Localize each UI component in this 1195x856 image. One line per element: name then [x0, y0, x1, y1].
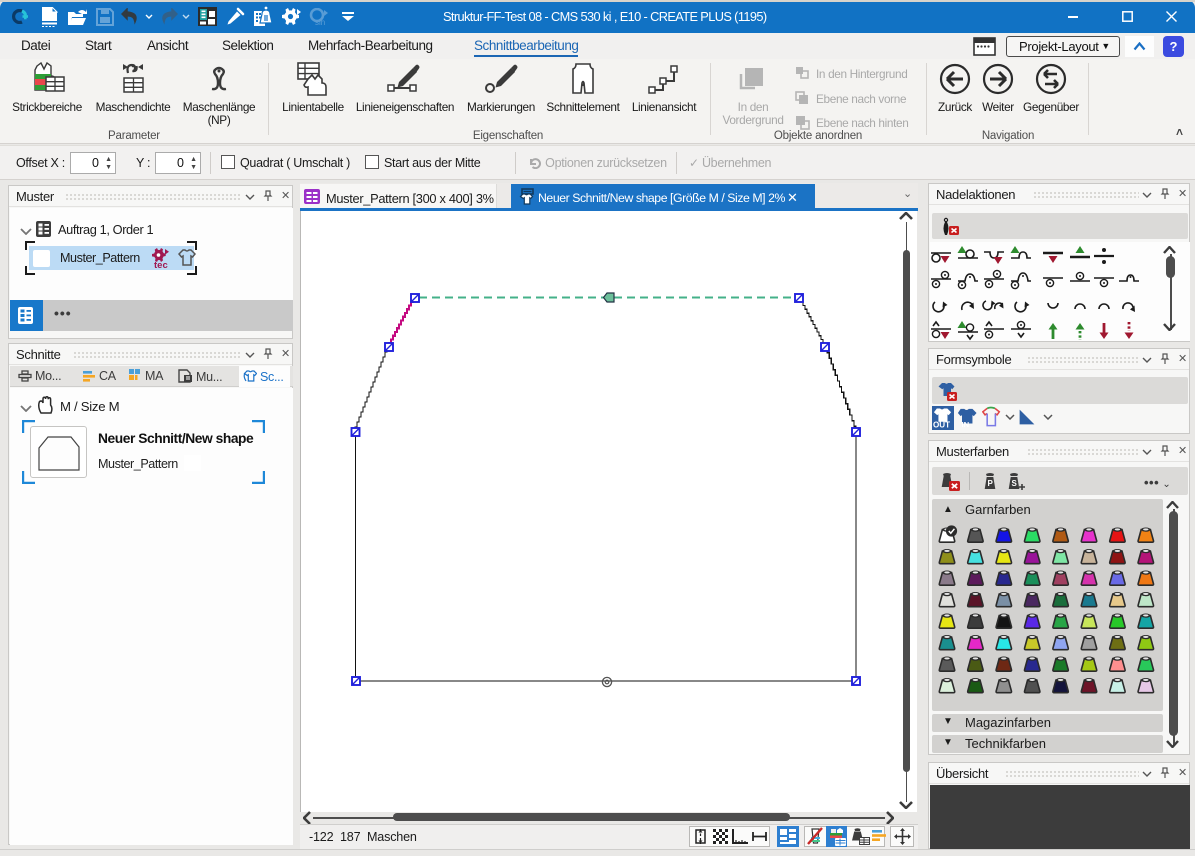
- svg-text:sin: sin: [315, 18, 325, 26]
- svg-text:IN: IN: [962, 420, 970, 429]
- svg-text:OUT: OUT: [933, 421, 950, 429]
